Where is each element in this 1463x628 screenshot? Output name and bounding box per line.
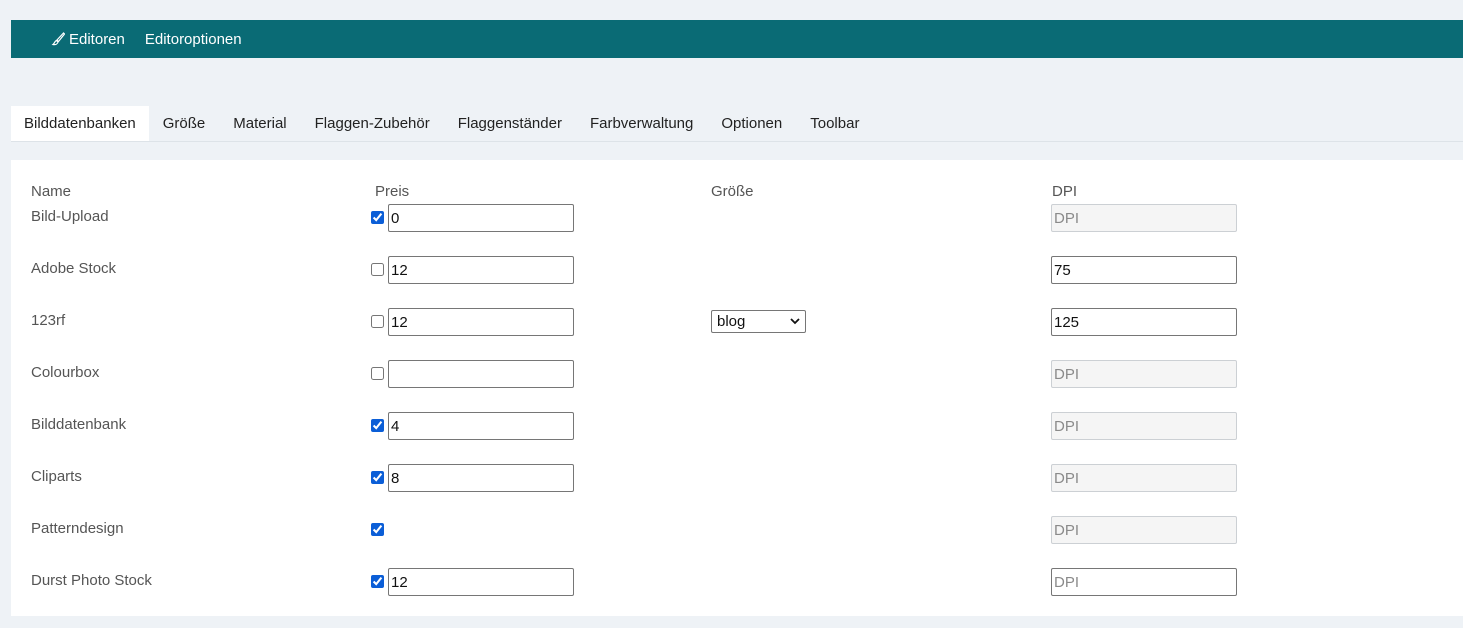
brush-icon: [51, 32, 65, 46]
enable-checkbox[interactable]: [371, 471, 384, 484]
row-name: Adobe Stock: [31, 260, 117, 277]
table-row: Adobe Stock: [11, 256, 1463, 284]
enable-checkbox[interactable]: [371, 263, 384, 276]
dpi-input[interactable]: [1051, 256, 1237, 284]
enable-checkbox[interactable]: [371, 575, 384, 588]
tab-flaggenstaender[interactable]: Flaggenständer: [444, 106, 576, 141]
row-name: Bilddatenbank: [31, 416, 127, 433]
dpi-input[interactable]: [1051, 360, 1237, 388]
tab-optionen[interactable]: Optionen: [707, 106, 796, 141]
tab-farbverwaltung[interactable]: Farbverwaltung: [576, 106, 707, 141]
dpi-input[interactable]: [1051, 204, 1237, 232]
enable-checkbox[interactable]: [371, 523, 384, 536]
dpi-input[interactable]: [1051, 568, 1237, 596]
enable-checkbox[interactable]: [371, 211, 384, 224]
row-name: Colourbox: [31, 364, 100, 381]
nav-editoren[interactable]: Editoren: [51, 31, 125, 48]
tab-bar: Bilddatenbanken Größe Material Flaggen-Z…: [11, 106, 1463, 142]
dpi-input[interactable]: [1051, 464, 1237, 492]
size-select-value: blog: [717, 313, 746, 330]
price-input[interactable]: [388, 412, 574, 440]
nav-editoroptionen[interactable]: Editoroptionen: [145, 31, 242, 48]
table-row: 123rf blog: [11, 308, 1463, 336]
table-row: Durst Photo Stock: [11, 568, 1463, 596]
enable-checkbox[interactable]: [371, 419, 384, 432]
tab-toolbar[interactable]: Toolbar: [796, 106, 873, 141]
top-navbar: Editoren Editoroptionen: [11, 20, 1463, 58]
dpi-input[interactable]: [1051, 308, 1237, 336]
price-input[interactable]: [388, 360, 574, 388]
price-input[interactable]: [388, 256, 574, 284]
row-name: Patterndesign: [31, 520, 124, 537]
nav-editoroptionen-label: Editoroptionen: [144, 30, 242, 48]
row-name: Cliparts: [31, 468, 82, 485]
enable-checkbox[interactable]: [371, 367, 384, 380]
row-name: Bild-Upload: [31, 208, 109, 225]
price-input[interactable]: [388, 568, 574, 596]
nav-editoren-label: Editoren: [69, 30, 125, 48]
dpi-input[interactable]: [1051, 516, 1237, 544]
row-name: 123rf: [31, 312, 66, 329]
table-row: Colourbox: [11, 360, 1463, 388]
tab-flaggen-zubehoer[interactable]: Flaggen-Zubehör: [301, 106, 444, 141]
header-dpi: DPI: [1052, 183, 1078, 200]
chevron-down-icon: [790, 318, 800, 325]
size-select[interactable]: blog: [711, 310, 806, 333]
header-price: Preis: [375, 183, 410, 200]
table-row: Bilddatenbank: [11, 412, 1463, 440]
tab-groesse[interactable]: Größe: [149, 106, 220, 141]
table-row: Bild-Upload: [11, 204, 1463, 232]
tab-bilddatenbanken[interactable]: Bilddatenbanken: [11, 106, 149, 141]
tab-material[interactable]: Material: [219, 106, 300, 141]
enable-checkbox[interactable]: [371, 315, 384, 328]
table-row: Patterndesign: [11, 516, 1463, 544]
price-input[interactable]: [388, 308, 574, 336]
table-row: Cliparts: [11, 464, 1463, 492]
header-name: Name: [31, 183, 72, 200]
row-name: Durst Photo Stock: [31, 572, 152, 589]
price-input[interactable]: [388, 204, 574, 232]
header-size: Größe: [711, 183, 754, 200]
image-databases-panel: Name Preis Größe DPI Bild-Upload Adobe S…: [11, 160, 1463, 616]
price-input[interactable]: [388, 464, 574, 492]
dpi-input[interactable]: [1051, 412, 1237, 440]
